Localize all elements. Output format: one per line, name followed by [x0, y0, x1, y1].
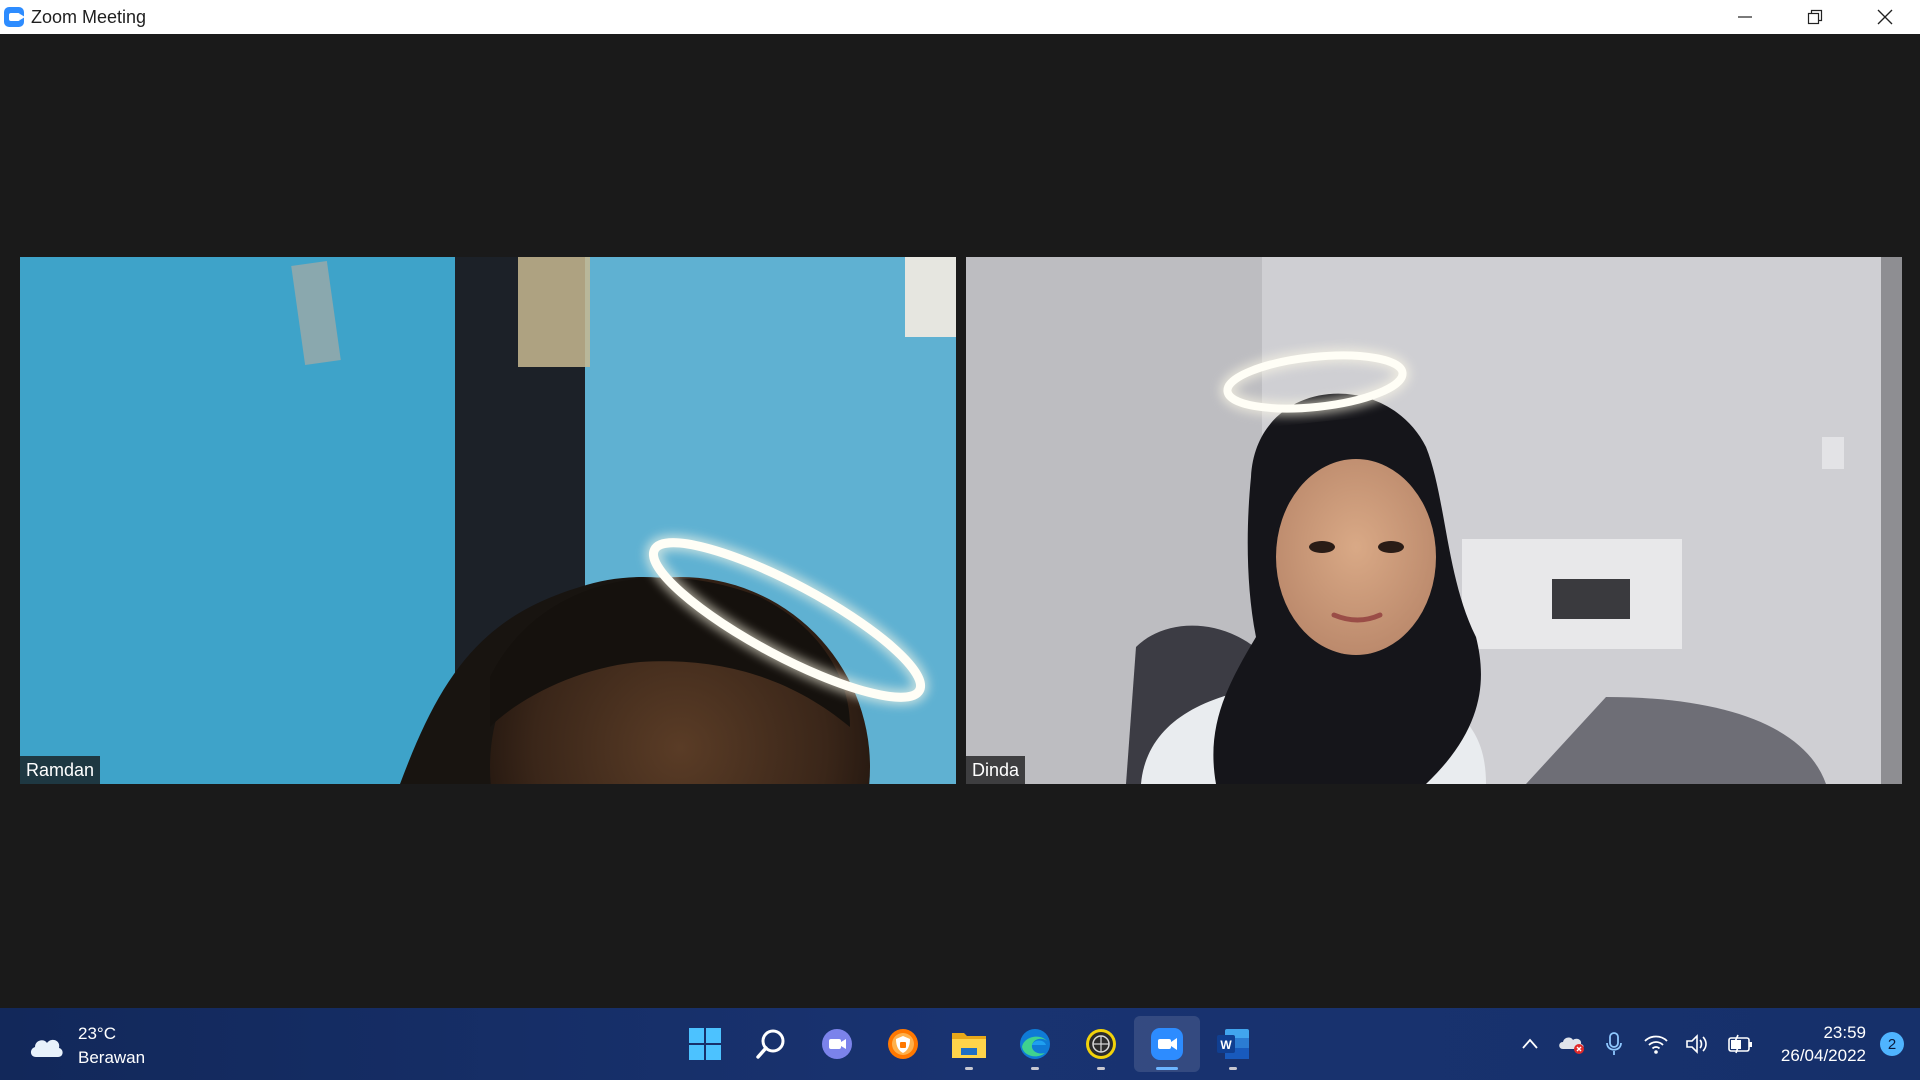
running-indicator	[1097, 1067, 1105, 1070]
start-button[interactable]	[672, 1016, 738, 1072]
battery-button[interactable]	[1719, 1024, 1761, 1064]
running-indicator	[1229, 1067, 1237, 1070]
zoom-icon	[1151, 1028, 1183, 1060]
battery-charging-icon	[1728, 1034, 1752, 1054]
wifi-icon	[1644, 1035, 1668, 1054]
svg-text:W: W	[1220, 1038, 1232, 1052]
onedrive-error-icon	[1559, 1037, 1584, 1054]
onedrive-button[interactable]	[1551, 1024, 1593, 1064]
participant-name: Ramdan	[20, 756, 101, 784]
video-tile-ramdan[interactable]: Ramdan	[20, 257, 956, 784]
avast-browser-button[interactable]	[870, 1016, 936, 1072]
word-button[interactable]: W	[1200, 1016, 1266, 1072]
clock[interactable]: 23:59 26/04/2022	[1781, 1021, 1866, 1067]
word-icon: W	[1217, 1029, 1249, 1059]
volume-button[interactable]	[1677, 1024, 1719, 1064]
video-tile-dinda[interactable]: Dinda	[966, 257, 1902, 784]
teams-chat-icon	[822, 1029, 852, 1059]
volume-icon	[1686, 1034, 1707, 1054]
avast-browser-icon	[888, 1029, 918, 1059]
taskbar: 23°C Berawan W 23:59 26/04/2022 2	[0, 1008, 1920, 1080]
running-indicator	[1031, 1067, 1039, 1070]
meeting-gallery: Ramdan Dinda	[0, 34, 1920, 1008]
window-title: Zoom Meeting	[31, 6, 147, 27]
close-button[interactable]	[1850, 0, 1920, 34]
chevron-up-icon	[1522, 1038, 1538, 1049]
file-explorer-button[interactable]	[936, 1016, 1002, 1072]
minimize-icon	[1738, 16, 1752, 18]
show-hidden-icons-button[interactable]	[1509, 1024, 1551, 1064]
microphone-button[interactable]	[1593, 1024, 1635, 1064]
network-button[interactable]	[1635, 1024, 1677, 1064]
title-bar: Zoom Meeting	[0, 0, 1920, 34]
taskbar-apps: W	[672, 1016, 1266, 1072]
running-indicator	[1156, 1067, 1178, 1070]
notification-badge[interactable]: 2	[1880, 1032, 1904, 1056]
system-tray: 23:59 26/04/2022 2	[1509, 1008, 1920, 1080]
search-button[interactable]	[738, 1016, 804, 1072]
windows-start-icon	[689, 1028, 721, 1060]
globe-app-button[interactable]	[1068, 1016, 1134, 1072]
zoom-button[interactable]	[1134, 1016, 1200, 1072]
search-icon	[756, 1029, 785, 1059]
running-indicator	[965, 1067, 973, 1070]
globe-app-icon	[1086, 1029, 1116, 1059]
clock-time: 23:59	[1823, 1023, 1866, 1042]
weather-widget[interactable]: 23°C Berawan	[28, 1022, 145, 1070]
microphone-icon	[1606, 1032, 1622, 1055]
restore-button[interactable]	[1780, 0, 1850, 34]
restore-icon	[1807, 9, 1823, 25]
zoom-logo-icon	[4, 7, 25, 27]
clock-date: 26/04/2022	[1780, 1046, 1866, 1065]
edge-icon	[1020, 1029, 1050, 1059]
close-icon	[1877, 9, 1893, 25]
weather-condition: Berawan	[78, 1048, 146, 1067]
participant-name: Dinda	[966, 756, 1026, 784]
weather-temperature: 23°C	[78, 1024, 116, 1043]
minimize-button[interactable]	[1710, 0, 1780, 34]
edge-button[interactable]	[1002, 1016, 1068, 1072]
cloud-icon	[30, 1039, 63, 1057]
video-feed	[20, 257, 956, 784]
video-feed	[966, 257, 1902, 784]
chat-button[interactable]	[804, 1016, 870, 1072]
window-controls	[1710, 0, 1920, 34]
folder-icon	[952, 1033, 986, 1058]
